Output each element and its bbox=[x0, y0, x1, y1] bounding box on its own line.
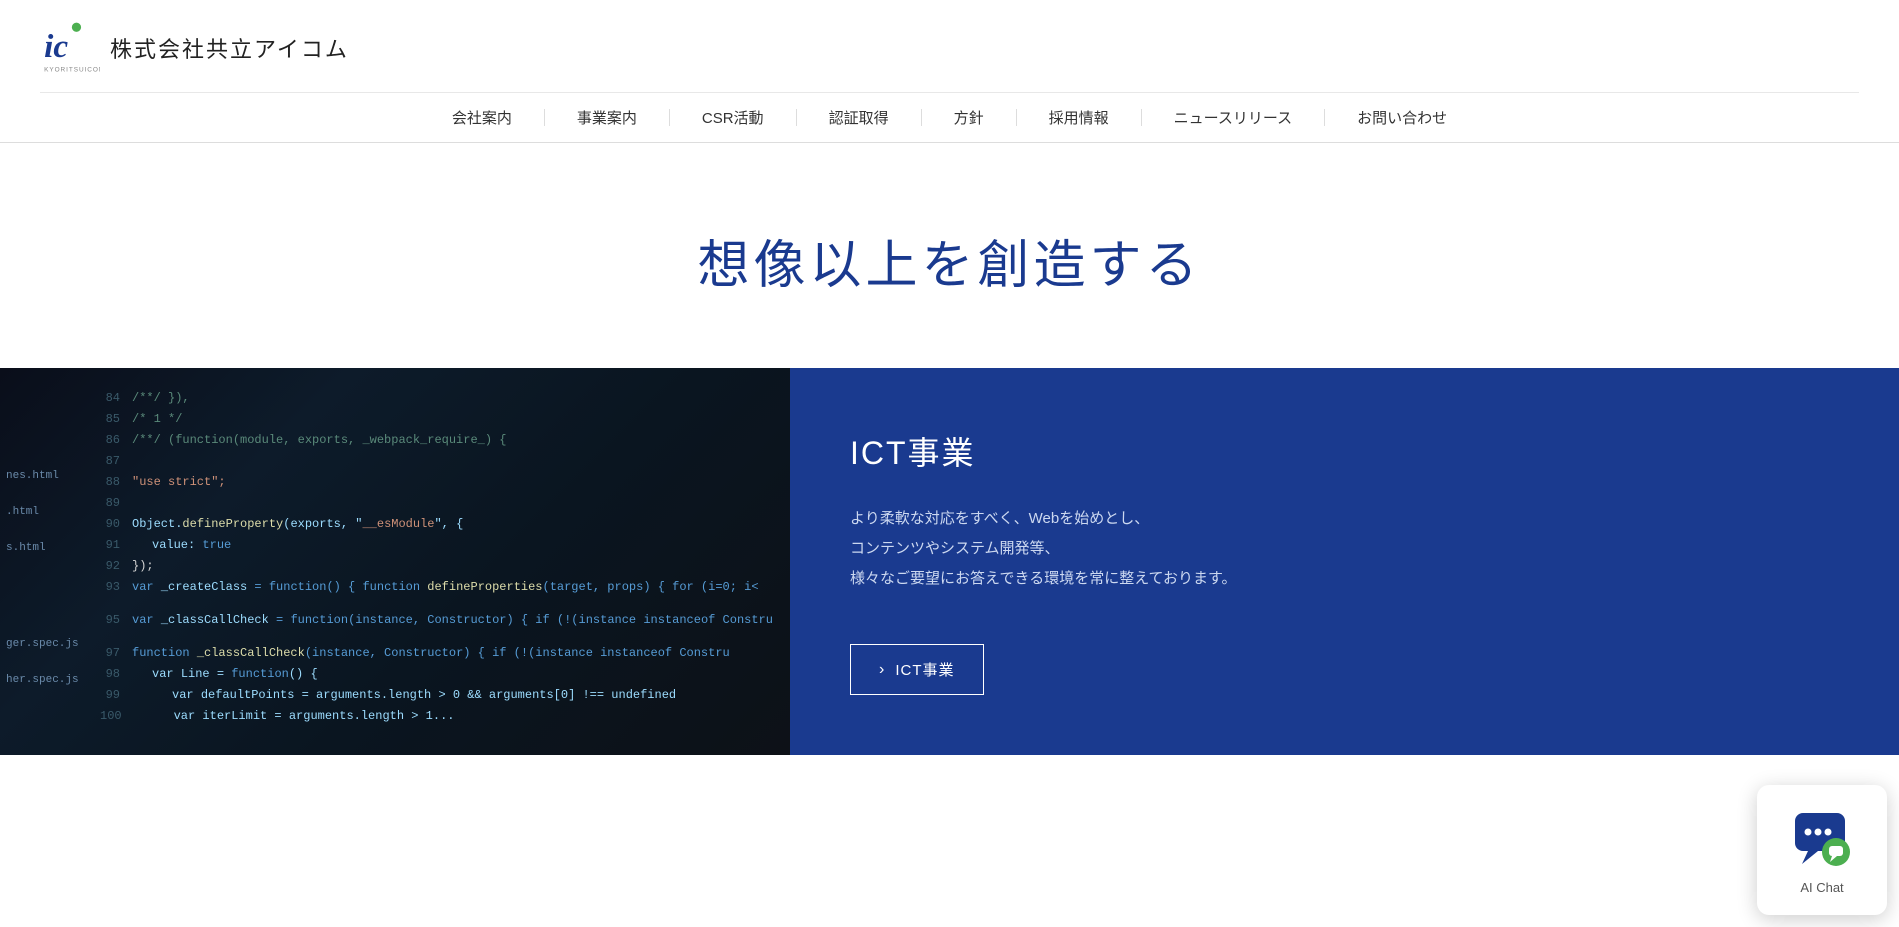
logo-company-name: 株式会社共立アイコム bbox=[110, 32, 349, 64]
header-top: ic KYORITSUICOM 株式会社共立アイコム bbox=[40, 0, 1859, 92]
code-text: /**/ (function(module, exports, _webpack… bbox=[132, 430, 506, 451]
ai-chat-widget[interactable]: AI Chat bbox=[1757, 785, 1887, 915]
hero-section: 想像以上を創造する bbox=[0, 143, 1899, 368]
ict-desc-line1: より柔軟な対応をすべく、Webを始めとし、 bbox=[850, 510, 1149, 527]
code-text: var _createClass = function() { function… bbox=[132, 577, 759, 598]
code-text: "use strict"; bbox=[132, 472, 226, 493]
ict-button-arrow: › bbox=[879, 661, 885, 679]
line-num: 91 bbox=[100, 535, 120, 556]
ai-chat-label: AI Chat bbox=[1800, 880, 1843, 895]
code-text: value: true bbox=[132, 535, 231, 556]
code-text: Object.defineProperty(exports, "__esModu… bbox=[132, 514, 463, 535]
content-section: nes.html .html s.html ger.spec.js her.sp… bbox=[0, 368, 1899, 755]
file-labels: nes.html .html s.html ger.spec.js her.sp… bbox=[0, 468, 85, 688]
line-num: 86 bbox=[100, 430, 120, 451]
nav-item-policy[interactable]: 方針 bbox=[922, 107, 1016, 128]
nav-item-csr[interactable]: CSR活動 bbox=[670, 107, 796, 128]
nav-item-contact[interactable]: お問い合わせ bbox=[1325, 107, 1479, 128]
ict-desc-line2: コンテンツやシステム開発等、 bbox=[850, 540, 1060, 557]
code-line: 99 var defaultPoints = arguments.length … bbox=[100, 685, 780, 706]
code-line: 88 "use strict"; bbox=[100, 472, 780, 493]
code-image: nes.html .html s.html ger.spec.js her.sp… bbox=[0, 368, 790, 755]
ict-button-label: ICT事業 bbox=[895, 659, 954, 680]
code-text: /**/ }), bbox=[132, 388, 190, 409]
line-num: 87 bbox=[100, 451, 120, 472]
file-label-1: nes.html bbox=[0, 468, 85, 484]
code-line: 97 function _classCallCheck(instance, Co… bbox=[100, 643, 780, 664]
line-num: 93 bbox=[100, 577, 120, 598]
svg-text:KYORITSUICOM: KYORITSUICOM bbox=[44, 67, 100, 74]
ai-chat-icon bbox=[1790, 808, 1855, 873]
code-line: 93 var _createClass = function() { funct… bbox=[100, 577, 780, 598]
file-label-5: her.spec.js bbox=[0, 672, 85, 688]
code-text: }); bbox=[132, 556, 154, 577]
line-num: 88 bbox=[100, 472, 120, 493]
line-num: 92 bbox=[100, 556, 120, 577]
code-text: function _classCallCheck(instance, Const… bbox=[132, 643, 730, 664]
code-line: 100 var iterLimit = arguments.length > 1… bbox=[100, 706, 780, 727]
code-display: 84 /**/ }), 85 /* 1 */ 86 /**/ (function… bbox=[100, 388, 780, 745]
site-header: ic KYORITSUICOM 株式会社共立アイコム 会社案内 事業案内 CSR… bbox=[0, 0, 1899, 143]
ict-description: より柔軟な対応をすべく、Webを始めとし、 コンテンツやシステム開発等、 様々な… bbox=[850, 504, 1839, 594]
line-num: 95 bbox=[100, 610, 120, 631]
nav-item-company[interactable]: 会社案内 bbox=[420, 107, 544, 128]
main-nav: 会社案内 事業案内 CSR活動 認証取得 方針 採用情報 ニュースリリース お問… bbox=[40, 92, 1859, 142]
nav-item-certification[interactable]: 認証取得 bbox=[797, 107, 921, 128]
code-text: /* 1 */ bbox=[132, 409, 182, 430]
nav-item-business[interactable]: 事業案内 bbox=[545, 107, 669, 128]
ict-panel: ICT事業 より柔軟な対応をすべく、Webを始めとし、 コンテンツやシステム開発… bbox=[790, 368, 1899, 755]
hero-title: 想像以上を創造する bbox=[697, 223, 1201, 298]
file-label-2: .html bbox=[0, 504, 85, 520]
logo-icon: ic KYORITSUICOM bbox=[40, 18, 100, 78]
svg-text:ic: ic bbox=[44, 28, 68, 65]
code-line: 90 Object.defineProperty(exports, "__esM… bbox=[100, 514, 780, 535]
line-num: 90 bbox=[100, 514, 120, 535]
code-line: 95 var _classCallCheck = function(instan… bbox=[100, 610, 780, 631]
line-num: 85 bbox=[100, 409, 120, 430]
nav-item-news[interactable]: ニュースリリース bbox=[1142, 107, 1325, 128]
ai-chat-icon-area bbox=[1787, 806, 1857, 876]
line-num: 99 bbox=[100, 685, 120, 706]
code-text: var _classCallCheck = function(instance,… bbox=[132, 610, 773, 631]
line-num: 89 bbox=[100, 493, 120, 514]
line-num: 98 bbox=[100, 664, 120, 685]
code-line: 92 }); bbox=[100, 556, 780, 577]
line-num: 84 bbox=[100, 388, 120, 409]
code-line: 85 /* 1 */ bbox=[100, 409, 780, 430]
nav-item-recruitment[interactable]: 採用情報 bbox=[1017, 107, 1141, 128]
code-line: 91 value: true bbox=[100, 535, 780, 556]
ict-button[interactable]: › ICT事業 bbox=[850, 644, 984, 695]
line-num: 97 bbox=[100, 643, 120, 664]
code-line: 98 var Line = function() { bbox=[100, 664, 780, 685]
ict-desc-line3: 様々なご要望にお答えできる環境を常に整えております。 bbox=[850, 570, 1237, 587]
code-text: var defaultPoints = arguments.length > 0… bbox=[132, 685, 676, 706]
line-num: 100 bbox=[100, 706, 122, 727]
file-label-4: ger.spec.js bbox=[0, 636, 85, 652]
code-line: 87 bbox=[100, 451, 780, 472]
code-line: 86 /**/ (function(module, exports, _webp… bbox=[100, 430, 780, 451]
ict-title: ICT事業 bbox=[850, 428, 1839, 474]
code-line: 89 bbox=[100, 493, 780, 514]
logo[interactable]: ic KYORITSUICOM 株式会社共立アイコム bbox=[40, 18, 349, 78]
code-line: 84 /**/ }), bbox=[100, 388, 780, 409]
file-label-3: s.html bbox=[0, 540, 85, 556]
code-text: var iterLimit = arguments.length > 1... bbox=[134, 706, 455, 727]
code-text: var Line = function() { bbox=[132, 664, 318, 685]
